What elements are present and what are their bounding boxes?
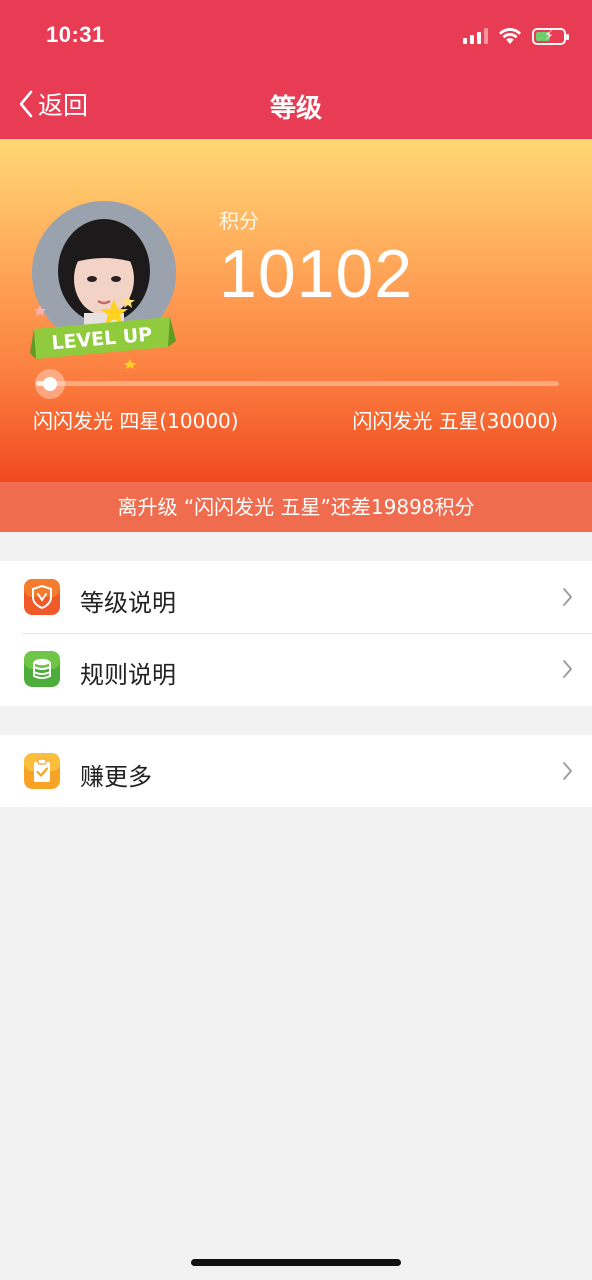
chevron-right-icon: [563, 588, 572, 606]
level-hero: LEVEL UP 积分 10102 闪闪发光 四星(10000) 闪闪发光 五星…: [0, 139, 592, 482]
status-time: 10:31: [46, 22, 105, 47]
home-indicator: [191, 1259, 401, 1266]
status-bar: 10:31 ⚡: [0, 0, 592, 70]
status-icons: ⚡: [463, 25, 569, 47]
progress-knob: [35, 369, 65, 399]
coins-icon: [24, 651, 60, 687]
chevron-right-icon: [563, 762, 572, 780]
menu-group-earn: 赚更多: [0, 735, 592, 807]
menu-group-level: 等级说明 规则说明: [0, 561, 592, 706]
page-title: 等级: [269, 93, 322, 123]
avatar-with-badge: LEVEL UP: [30, 201, 178, 371]
level-description-row[interactable]: 等级说明: [0, 561, 592, 633]
chevron-right-icon: [563, 660, 572, 678]
cellular-signal-icon: [463, 28, 488, 44]
upgrade-hint: 离升级 “闪闪发光 五星”还差19898积分: [0, 482, 592, 532]
score-value: 10102: [219, 236, 414, 312]
clipboard-check-icon: [24, 753, 60, 789]
level-description-label: 等级说明: [80, 589, 176, 617]
level-progress-bar: [35, 369, 559, 399]
rules-description-row[interactable]: 规则说明: [0, 633, 592, 705]
rules-description-label: 规则说明: [80, 661, 176, 689]
battery-icon: ⚡: [532, 27, 569, 45]
next-level-label: 闪闪发光 五星(30000): [352, 409, 558, 433]
earn-more-row[interactable]: 赚更多: [0, 735, 592, 807]
score-label: 积分: [219, 209, 259, 233]
current-level-label: 闪闪发光 四星(10000): [33, 409, 239, 433]
shield-icon: [24, 579, 60, 615]
nav-bar: 返回 等级: [0, 70, 592, 139]
level-up-badge: LEVEL UP: [30, 297, 176, 369]
earn-more-label: 赚更多: [80, 763, 152, 791]
wifi-icon: [499, 28, 521, 44]
